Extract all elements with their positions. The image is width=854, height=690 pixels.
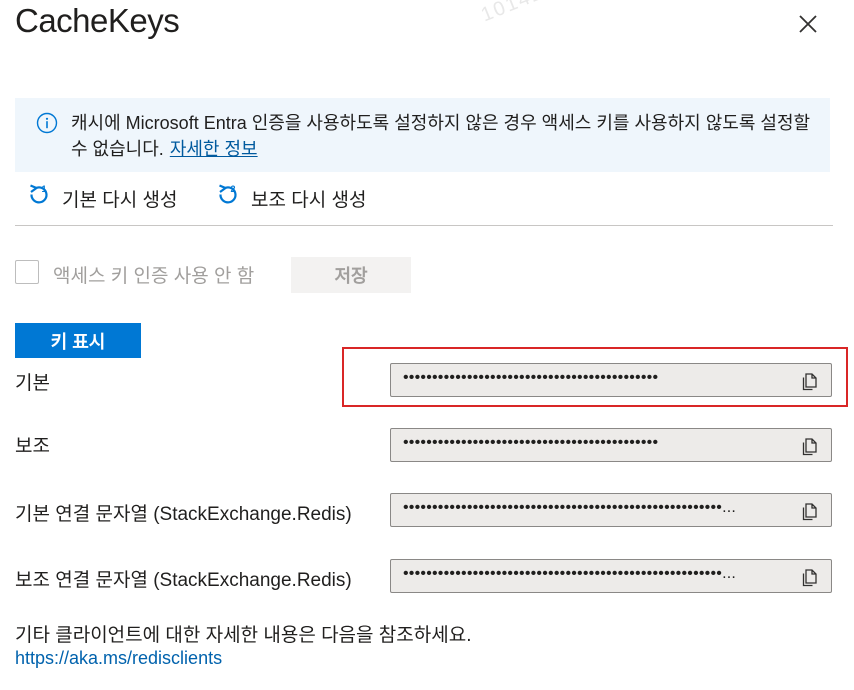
- info-icon: [36, 112, 58, 134]
- svg-text:1: 1: [42, 184, 47, 194]
- redis-clients-link[interactable]: https://aka.ms/redisclients: [15, 648, 222, 669]
- disable-access-key-label: 액세스 키 인증 사용 안 함: [53, 266, 255, 287]
- refresh-1-icon: 1: [27, 183, 62, 213]
- secondary-key-field[interactable]: ••••••••••••••••••••••••••••••••••••••••…: [390, 428, 832, 462]
- learn-more-link[interactable]: 자세한 정보: [170, 139, 258, 159]
- copy-icon[interactable]: [799, 500, 821, 522]
- secondary-connection-string-label: 보조 연결 문자열 (StackExchange.Redis): [15, 570, 352, 591]
- regenerate-primary-label: 기본 다시 생성: [62, 189, 178, 211]
- refresh-2-icon: 2: [216, 183, 251, 213]
- disable-access-key-checkbox[interactable]: [15, 260, 39, 284]
- secondary-connection-string-value: ••••••••••••••••••••••••••••••••••••••••…: [403, 565, 737, 582]
- svg-text:2: 2: [231, 184, 236, 194]
- regenerate-secondary-button[interactable]: 2 보조 다시 생성: [216, 180, 366, 216]
- footer-text: 기타 클라이언트에 대한 자세한 내용은 다음을 참조하세요.: [15, 625, 472, 646]
- highlight-box: [342, 347, 848, 407]
- regenerate-primary-button[interactable]: 1 기본 다시 생성: [27, 180, 177, 216]
- primary-connection-string-value: ••••••••••••••••••••••••••••••••••••••••…: [403, 499, 737, 516]
- secondary-connection-string-field[interactable]: ••••••••••••••••••••••••••••••••••••••••…: [390, 559, 832, 593]
- save-button[interactable]: 저장: [291, 257, 411, 293]
- primary-key-label: 기본: [15, 373, 50, 394]
- watermark: 10142808: [478, 0, 584, 27]
- copy-icon[interactable]: [799, 566, 821, 588]
- secondary-key-label: 보조: [15, 436, 50, 457]
- panel-title: CacheKeys: [15, 2, 180, 39]
- primary-connection-string-field[interactable]: ••••••••••••••••••••••••••••••••••••••••…: [390, 493, 832, 527]
- secondary-key-value: ••••••••••••••••••••••••••••••••••••••••…: [403, 434, 659, 451]
- regenerate-secondary-label: 보조 다시 생성: [251, 189, 367, 211]
- info-banner: 캐시에 Microsoft Entra 인증을 사용하도록 설정하지 않은 경우…: [15, 98, 830, 172]
- show-keys-button[interactable]: 키 표시: [15, 323, 141, 358]
- divider: [15, 225, 833, 226]
- primary-connection-string-label: 기본 연결 문자열 (StackExchange.Redis): [15, 504, 352, 525]
- close-icon[interactable]: [794, 10, 822, 38]
- copy-icon[interactable]: [799, 435, 821, 457]
- info-message: 캐시에 Microsoft Entra 인증을 사용하도록 설정하지 않은 경우…: [71, 110, 811, 162]
